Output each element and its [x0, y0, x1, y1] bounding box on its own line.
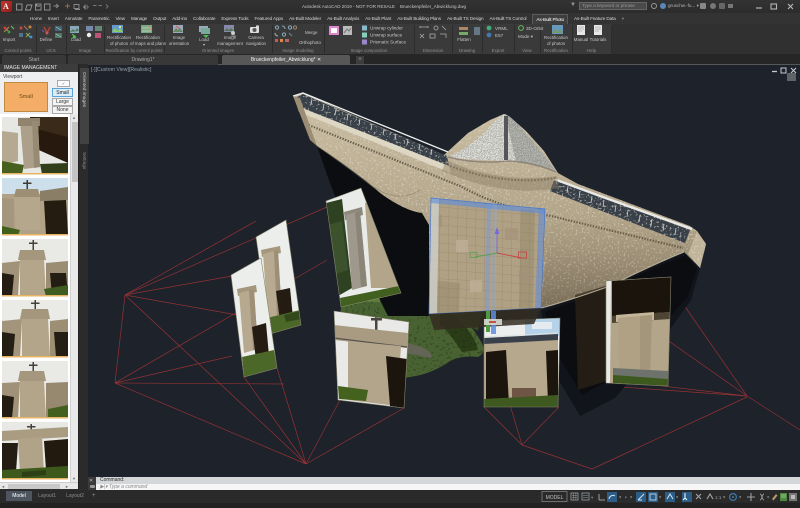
- svg-text:Load: Load: [71, 37, 81, 42]
- svg-text:Rectification: Rectification: [136, 35, 160, 40]
- svg-text:Image: Image: [224, 35, 237, 40]
- svg-text:of photos: of photos: [547, 41, 566, 46]
- svg-text:orientation: orientation: [169, 41, 190, 46]
- svg-text:Merge: Merge: [305, 30, 318, 35]
- svg-text:Mode ▾: Mode ▾: [518, 34, 534, 39]
- svg-text:Image: Image: [173, 35, 186, 40]
- svg-text:of maps and plans: of maps and plans: [130, 41, 167, 46]
- svg-text:Tutorials: Tutorials: [590, 37, 607, 42]
- svg-text:E57: E57: [495, 33, 504, 38]
- svg-text:•: •: [625, 495, 627, 501]
- svg-text:Unwrap cylinder: Unwrap cylinder: [370, 26, 403, 31]
- svg-text:management: management: [217, 41, 243, 46]
- svg-text:▾: ▾: [203, 42, 205, 47]
- svg-text:navigation: navigation: [246, 41, 267, 46]
- svg-text:Import: Import: [3, 37, 16, 42]
- svg-text:▾: ▾: [619, 495, 622, 500]
- svg-text:of photos: of photos: [110, 41, 129, 46]
- svg-text:▾: ▾: [723, 495, 726, 500]
- svg-text:Unwrap surface: Unwrap surface: [370, 33, 403, 38]
- svg-text:Flatten: Flatten: [457, 37, 471, 42]
- svg-text:1:1: 1:1: [715, 495, 722, 500]
- svg-text:▾: ▾: [659, 495, 662, 500]
- svg-text:Rectification: Rectification: [544, 35, 568, 40]
- svg-text:Manual: Manual: [574, 37, 588, 42]
- svg-text:VRML: VRML: [495, 26, 508, 31]
- svg-text:Camera: Camera: [248, 35, 264, 40]
- svg-text:▾: ▾: [630, 495, 633, 500]
- svg-text:MODEL: MODEL: [546, 495, 564, 501]
- svg-text:Define: Define: [40, 37, 53, 42]
- svg-text:Prismatic Surface: Prismatic Surface: [370, 40, 406, 45]
- svg-text:Orthophoto: Orthophoto: [299, 40, 322, 45]
- svg-text:▾: ▾: [739, 495, 742, 500]
- svg-text:▾: ▾: [591, 495, 594, 500]
- svg-text:3D-Orbit: 3D-Orbit: [526, 26, 544, 31]
- svg-text:Rectification: Rectification: [107, 35, 131, 40]
- svg-text:▾: ▾: [767, 495, 770, 500]
- svg-text:▾: ▾: [676, 495, 679, 500]
